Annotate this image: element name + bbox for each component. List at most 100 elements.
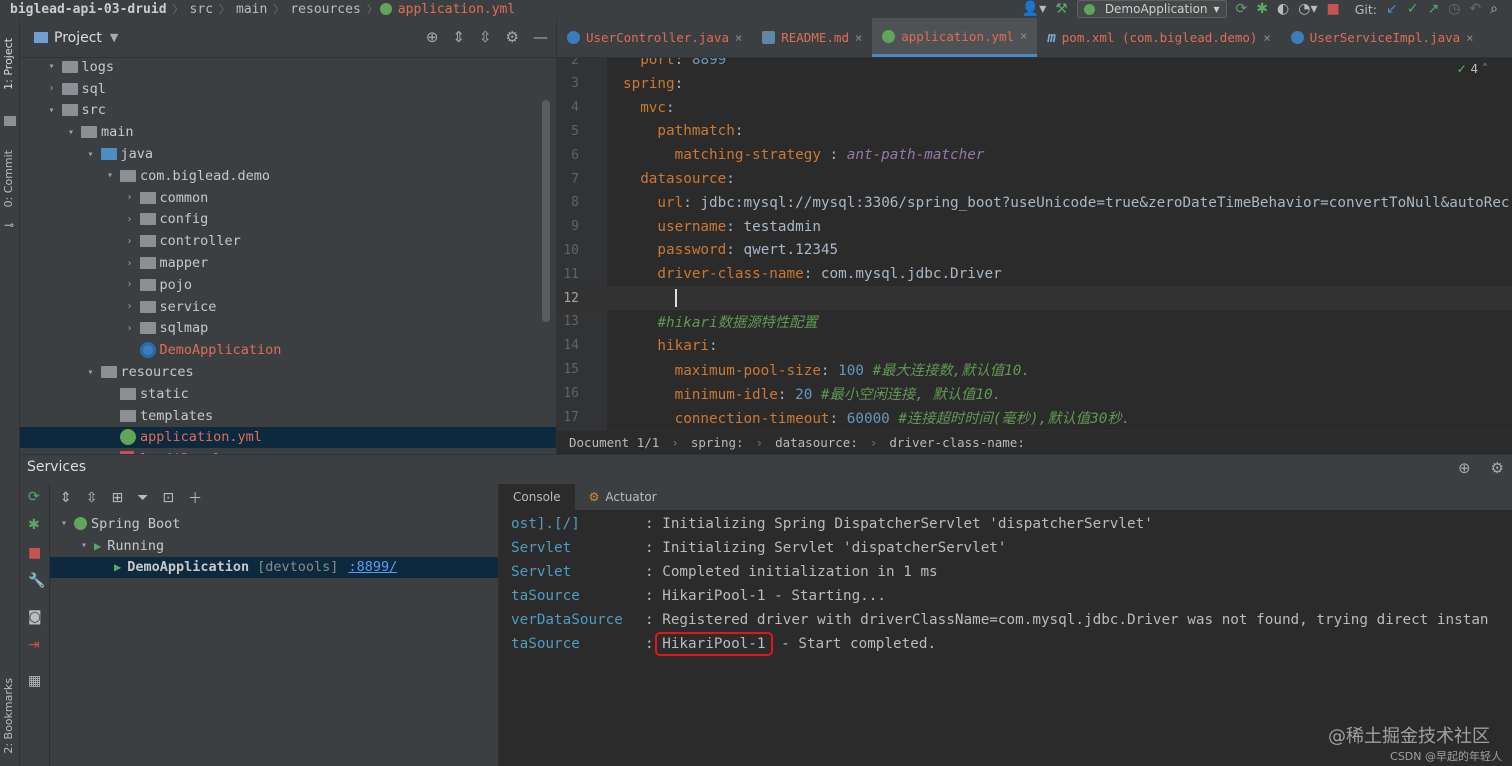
coverage-icon[interactable]: ◐ (1277, 2, 1289, 16)
tree-item[interactable]: › pojo (20, 274, 556, 296)
build-hammer-icon[interactable]: ⚒ (1055, 2, 1068, 16)
locate-icon[interactable]: ⊕ (426, 28, 439, 46)
chevron-right-icon[interactable]: › (120, 323, 140, 334)
breadcrumb-main[interactable]: main (232, 2, 271, 17)
project-panel-title[interactable]: Project (54, 30, 102, 46)
chevron-down-icon[interactable]: ▾ (42, 61, 62, 72)
close-icon[interactable]: × (1263, 31, 1270, 45)
commit-tool-window-button[interactable]: 0: Commit (2, 150, 15, 207)
inspection-widget[interactable]: ✓ 4 ˄ (1457, 62, 1488, 76)
breadcrumb-project[interactable]: biglead-api-03-druid (0, 2, 171, 17)
breadcrumb-src[interactable]: src (186, 2, 217, 17)
close-icon[interactable]: × (1020, 29, 1027, 43)
tree-item[interactable]: ▾ src (20, 100, 556, 122)
tree-item[interactable]: › sql (20, 78, 556, 100)
camera-icon[interactable]: ◙ (28, 609, 42, 625)
tree-item[interactable]: ▾ main (20, 121, 556, 143)
close-icon[interactable]: × (1466, 31, 1473, 45)
tree-item[interactable]: › sqlmap (20, 318, 556, 340)
add-icon[interactable]: ＋ (188, 488, 202, 508)
editor-breadcrumb-item[interactable]: Document 1/1 (569, 435, 659, 450)
chevron-right-icon[interactable]: › (120, 301, 140, 312)
project-scrollbar[interactable] (542, 100, 550, 322)
user-icon[interactable]: 👤▾ (1022, 2, 1046, 16)
chevron-down-icon[interactable]: ▾ (81, 149, 101, 160)
search-icon[interactable]: ⌕ (1490, 2, 1498, 16)
close-icon[interactable]: × (855, 31, 862, 45)
history-icon[interactable]: ◷ (1448, 2, 1460, 16)
chevron-down-icon[interactable]: ▾ (61, 127, 81, 138)
new-tab-icon[interactable]: ⊡ (162, 490, 174, 506)
tree-item[interactable]: ▾ resources (20, 361, 556, 383)
tree-item[interactable]: DemoApplication (20, 339, 556, 361)
wrench-icon[interactable]: 🔧 (28, 573, 45, 589)
collapse-all-icon[interactable]: ⇳ (86, 490, 98, 506)
profile-icon[interactable]: ◔▾ (1298, 2, 1317, 16)
expand-all-icon[interactable]: ⇕ (452, 28, 465, 46)
group-icon[interactable]: ⊞ (111, 490, 123, 506)
service-tree-item[interactable]: ▾ ▶ Running (50, 535, 498, 557)
chevron-down-icon[interactable]: ▾ (100, 170, 120, 181)
rerun-icon[interactable]: ⟳ (28, 489, 40, 505)
tree-item[interactable]: › service (20, 296, 556, 318)
editor-tab[interactable]: m pom.xml (com.biglead.demo) × (1037, 18, 1280, 57)
debug-icon[interactable]: ✱ (1256, 2, 1268, 16)
editor-breadcrumb-item[interactable]: datasource: (775, 435, 858, 450)
tree-item[interactable]: ▾ com.biglead.demo (20, 165, 556, 187)
rerun-icon[interactable]: ⟳ (1236, 2, 1248, 16)
breadcrumb-file[interactable]: application.yml (394, 2, 519, 17)
chevron-down-icon[interactable]: ▾ (81, 367, 101, 378)
breadcrumb-resources[interactable]: resources (286, 2, 364, 17)
tree-item[interactable]: ▾ logs (20, 56, 556, 78)
tree-item[interactable]: application.yml (20, 426, 556, 449)
chevron-right-icon[interactable]: › (120, 192, 140, 203)
chevron-down-icon[interactable]: ▾ (42, 105, 62, 116)
gear-icon[interactable]: ⚙ (1491, 459, 1504, 477)
tree-item[interactable]: › config (20, 209, 556, 231)
filter-icon[interactable]: ⏷ (137, 490, 148, 506)
tab-actuator[interactable]: ⚙ Actuator (575, 484, 671, 510)
tree-item[interactable]: templates (20, 405, 556, 427)
expand-all-icon[interactable]: ⇕ (60, 490, 72, 506)
editor-breadcrumb-item[interactable]: spring: (691, 435, 744, 450)
layout-icon[interactable]: ▦ (28, 673, 41, 689)
service-tree-item[interactable]: ▶ DemoApplication [devtools]:8899/ (50, 556, 498, 579)
project-tool-window-button[interactable]: 1: Project (2, 38, 15, 90)
editor-tab[interactable]: application.yml × (872, 18, 1038, 57)
chevron-down-icon[interactable]: ▾ (54, 518, 74, 529)
code-area[interactable]: 2 port: 8899 3 spring: 4 mvc: 5 pathmatch: 6 matc… (557, 58, 1512, 430)
rollback-icon[interactable]: ↶ (1469, 2, 1481, 16)
collapse-all-icon[interactable]: ⇳ (479, 28, 492, 46)
chevron-right-icon[interactable]: › (120, 258, 140, 269)
locate-icon[interactable]: ⊕ (1458, 459, 1471, 477)
gear-icon[interactable]: ⚙ (506, 28, 519, 46)
chevron-right-icon[interactable]: › (120, 214, 140, 225)
exit-icon[interactable]: ⇥ (28, 637, 40, 653)
tree-item[interactable]: › controller (20, 230, 556, 252)
tree-item[interactable]: ▾ java (20, 143, 556, 165)
port-link[interactable]: :8899/ (348, 559, 397, 575)
git-commit-icon[interactable]: ✓ (1407, 2, 1419, 16)
editor-tab[interactable]: UserController.java × (557, 18, 752, 57)
bookmarks-tool-window-button[interactable]: 2: Bookmarks (2, 678, 15, 754)
tree-item[interactable]: › common (20, 187, 556, 209)
chevron-down-icon[interactable]: ▾ (74, 540, 94, 551)
editor-tab[interactable]: UserServiceImpl.java × (1281, 18, 1484, 57)
chevron-right-icon[interactable]: › (120, 236, 140, 247)
stop-icon[interactable]: ■ (28, 545, 41, 561)
close-icon[interactable]: × (735, 31, 742, 45)
chevron-right-icon[interactable]: › (42, 83, 62, 94)
tree-item[interactable]: static (20, 383, 556, 405)
debug-icon[interactable]: ✱ (28, 517, 40, 533)
minimize-icon[interactable]: — (533, 28, 548, 46)
chevron-right-icon[interactable]: › (120, 279, 140, 290)
stop-icon[interactable]: ■ (1326, 2, 1339, 16)
git-update-icon[interactable]: ↙ (1386, 2, 1398, 16)
git-push-icon[interactable]: ↗ (1427, 2, 1439, 16)
editor-tab[interactable]: README.md × (752, 18, 872, 57)
run-configuration-select[interactable]: DemoApplication ▾ (1076, 0, 1227, 18)
chevron-down-icon[interactable]: ▼ (110, 31, 118, 44)
service-tree-item[interactable]: ▾ Spring Boot (50, 513, 498, 535)
tree-item[interactable]: › mapper (20, 252, 556, 274)
editor-breadcrumb-item[interactable]: driver-class-name: (889, 435, 1024, 450)
